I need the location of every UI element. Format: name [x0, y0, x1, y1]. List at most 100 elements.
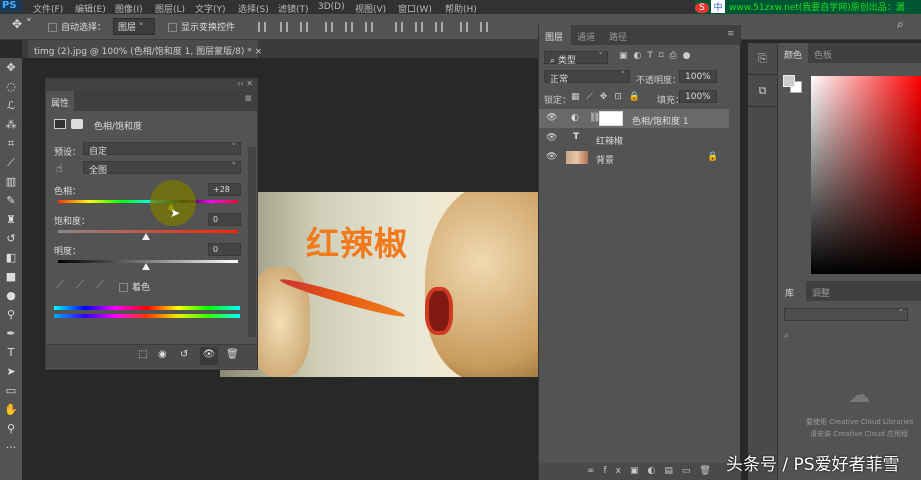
- delete-icon[interactable]: 🗑: [226, 349, 239, 360]
- history-icon[interactable]: ⎘: [748, 43, 777, 75]
- tab-libraries[interactable]: 库: [778, 281, 806, 301]
- menu-3d[interactable]: 3D(D): [318, 2, 345, 12]
- filter-icons[interactable]: ▣◐T⌑⎙●: [619, 51, 697, 61]
- eye-icon[interactable]: 👁: [546, 113, 557, 123]
- layer-row-text[interactable]: 👁 T 红辣椒: [539, 129, 729, 148]
- ime-mode[interactable]: 中: [711, 0, 725, 13]
- layers-footer-icons[interactable]: ∞fx▣◐▤▭🗑: [539, 463, 741, 480]
- layer-row-background[interactable]: 👁 背景 🔒: [539, 148, 729, 167]
- range-dropdown[interactable]: 全图 ˅: [83, 161, 241, 176]
- canvas-image[interactable]: 红辣椒: [220, 192, 538, 377]
- distribute-left-icon[interactable]: [460, 22, 468, 32]
- zoom-tool-icon[interactable]: ⚲: [0, 419, 22, 438]
- tab-channels[interactable]: 通道: [577, 30, 595, 43]
- layer-filter-dropdown[interactable]: ⌕ 类型 ˅: [544, 51, 608, 66]
- auto-select-dropdown[interactable]: 图层 ˅: [113, 18, 155, 35]
- preset-dropdown[interactable]: 自定 ˅: [83, 142, 241, 157]
- close-tab-button[interactable]: ×: [255, 47, 263, 57]
- stamp-tool-icon[interactable]: ♜: [0, 210, 22, 229]
- show-transform-label: 显示变换控件: [181, 23, 236, 33]
- eyedropper-icon[interactable]: ⟋: [56, 278, 64, 292]
- library-search-icon[interactable]: ⌕: [784, 331, 789, 341]
- distribute-vcenter-icon[interactable]: [415, 22, 423, 32]
- lightness-value-input[interactable]: 0: [208, 243, 241, 256]
- move-tool-icon[interactable]: ✥: [0, 58, 22, 77]
- fill-input[interactable]: 100%: [679, 90, 717, 103]
- reset-icon[interactable]: ↺: [180, 349, 188, 360]
- align-right-icon[interactable]: [365, 22, 373, 32]
- crop-tool-icon[interactable]: ⌗: [0, 134, 22, 153]
- panel-collapse-close[interactable]: ‹‹ ✕: [46, 79, 257, 91]
- move-tool-icon[interactable]: ✥ ˅: [12, 17, 32, 31]
- layer-mask-thumbnail[interactable]: [599, 111, 623, 126]
- opacity-input[interactable]: 100%: [679, 70, 717, 83]
- layer-name: 色相/饱和度 1: [632, 117, 689, 127]
- type-tool-icon[interactable]: T: [0, 343, 22, 362]
- hue-value-input[interactable]: +28: [208, 183, 241, 196]
- eye-icon[interactable]: 👁: [546, 152, 557, 162]
- eyedropper-icon[interactable]: ⟋: [0, 153, 22, 172]
- hue-slider-track[interactable]: [58, 200, 238, 203]
- mask-icon[interactable]: [71, 119, 83, 129]
- hand-tool-icon[interactable]: ✋: [0, 400, 22, 419]
- tab-color[interactable]: 颜色: [778, 43, 808, 63]
- layer-row-hue-saturation[interactable]: 👁 ◐ ⛓ 色相/饱和度 1: [539, 109, 729, 128]
- lock-label: 锁定：: [544, 96, 572, 106]
- tab-paths[interactable]: 路径: [609, 30, 627, 43]
- targeted-adjust-hand-icon[interactable]: ☝: [56, 162, 63, 175]
- foreground-color-swatch[interactable]: [783, 75, 795, 87]
- tab-layers[interactable]: 图层: [539, 25, 571, 45]
- saturation-value-input[interactable]: 0: [208, 213, 241, 226]
- dodge-tool-icon[interactable]: ⚲: [0, 305, 22, 324]
- tab-properties[interactable]: 属性: [46, 91, 74, 111]
- sogou-icon[interactable]: S: [695, 3, 709, 13]
- auto-select-checkbox[interactable]: 自动选择：: [48, 20, 106, 33]
- lightness-slider-thumb[interactable]: [142, 263, 150, 270]
- align-left-icon[interactable]: [325, 22, 333, 32]
- distribute-hcenter-icon[interactable]: [480, 22, 488, 32]
- document-tab[interactable]: timg (2).jpg @ 100% (色相/饱和度 1, 图层蒙版/8) *…: [28, 40, 262, 58]
- more-tools-icon[interactable]: ···: [0, 438, 22, 457]
- shape-tool-icon[interactable]: ▭: [0, 381, 22, 400]
- marquee-tool-icon[interactable]: ◌: [0, 77, 22, 96]
- adjustment-icon[interactable]: [54, 119, 66, 129]
- align-vcenter-icon[interactable]: [280, 22, 288, 32]
- properties-scrollbar[interactable]: [248, 147, 256, 337]
- lock-icons[interactable]: ▦⟋✥⊡🔒: [571, 92, 647, 102]
- properties-icon[interactable]: ⧉: [748, 75, 777, 107]
- path-select-icon[interactable]: ➤: [0, 362, 22, 381]
- show-transform-checkbox[interactable]: 显示变换控件: [168, 20, 235, 33]
- eyedropper-subtract-icon[interactable]: ⟋: [96, 278, 104, 292]
- saturation-slider-thumb[interactable]: [142, 233, 150, 240]
- tab-adjustments[interactable]: 调整: [812, 286, 830, 299]
- panel-menu-icon[interactable]: ≡: [727, 29, 735, 39]
- eyedropper-add-icon[interactable]: ⟋: [76, 278, 84, 292]
- distribute-bottom-icon[interactable]: [435, 22, 443, 32]
- distribute-top-icon[interactable]: [395, 22, 403, 32]
- pen-tool-icon[interactable]: ✒: [0, 324, 22, 343]
- lasso-tool-icon[interactable]: ℒ: [0, 96, 22, 115]
- brush-tool-icon[interactable]: ✎: [0, 191, 22, 210]
- blend-mode-dropdown[interactable]: 正常 ˅: [544, 70, 630, 85]
- view-previous-icon[interactable]: ◉: [158, 349, 167, 360]
- magic-wand-icon[interactable]: ⁂: [0, 115, 22, 134]
- panel-menu-icon[interactable]: ≡: [244, 94, 252, 104]
- eraser-icon[interactable]: ◧: [0, 248, 22, 267]
- align-hcenter-icon[interactable]: [345, 22, 353, 32]
- healing-brush-icon[interactable]: ▥: [0, 172, 22, 191]
- eye-icon[interactable]: 👁: [546, 133, 557, 143]
- clip-to-layer-icon[interactable]: ⬚: [138, 349, 147, 360]
- history-brush-icon[interactable]: ↺: [0, 229, 22, 248]
- tab-swatches[interactable]: 色板: [814, 48, 832, 61]
- library-dropdown[interactable]: ˅: [784, 308, 908, 321]
- color-picker-field[interactable]: [811, 76, 921, 274]
- gradient-tool-icon[interactable]: ■: [0, 267, 22, 286]
- opacity-label: 不透明度：: [636, 76, 682, 86]
- colorize-checkbox[interactable]: 着色: [119, 280, 150, 293]
- align-top-icon[interactable]: [258, 22, 266, 32]
- visibility-icon[interactable]: 👁: [200, 347, 218, 365]
- search-icon[interactable]: ⌕: [897, 17, 904, 32]
- output-color-bar: [54, 314, 240, 318]
- blur-tool-icon[interactable]: ●: [0, 286, 22, 305]
- align-bottom-icon[interactable]: [300, 22, 308, 32]
